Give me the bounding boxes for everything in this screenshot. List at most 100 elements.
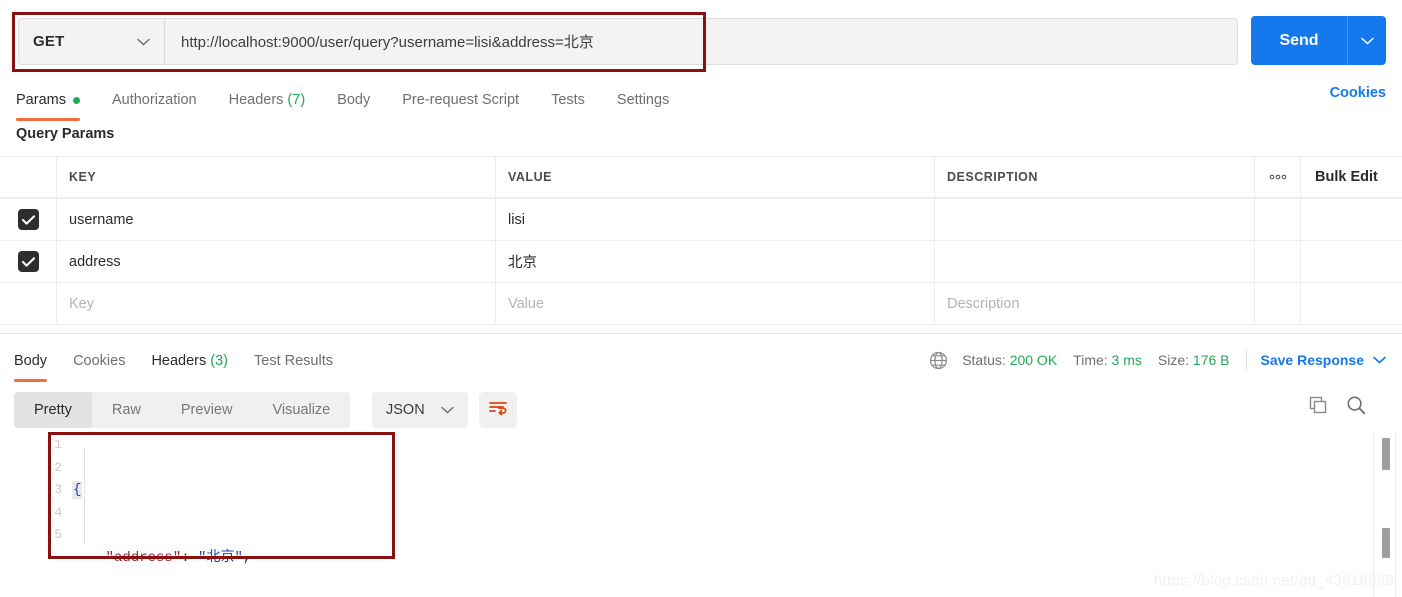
response-body-viewer[interactable]: 1 2 3 4 5 { "address": "北京", "message": … (0, 434, 1360, 574)
row-spacer (1255, 241, 1301, 282)
scrollbar-thumb-top[interactable] (1382, 438, 1390, 470)
query-params-title: Query Params (16, 126, 115, 142)
line-number: 4 (54, 504, 62, 520)
request-tabs: Params Authorization Headers (7) Body Pr… (0, 82, 1402, 121)
param-value[interactable]: lisi (508, 212, 525, 228)
line-number-gutter: 1 2 3 4 5 (40, 434, 62, 547)
table-row[interactable]: address 北京 (0, 240, 1402, 282)
cookies-link[interactable]: Cookies (1330, 85, 1386, 101)
line-number: 1 (54, 437, 62, 452)
tab-pre-request-script[interactable]: Pre-request Script (402, 82, 533, 118)
send-options-chevron-icon[interactable] (1347, 16, 1386, 65)
status-label: Status: (962, 352, 1006, 368)
http-method-selector[interactable]: GET (18, 18, 164, 65)
response-tab-headers[interactable]: Headers (3) (151, 345, 228, 377)
response-actions (1308, 395, 1366, 415)
response-language-label: JSON (386, 402, 425, 418)
response-format-tabs: Pretty Raw Preview Visualize (14, 392, 351, 428)
tab-pre-request-script-label: Pre-request Script (402, 92, 520, 108)
header-checkbox-cell (0, 157, 57, 197)
row-checkbox-username[interactable] (17, 209, 39, 230)
response-tab-cookies[interactable]: Cookies (73, 345, 125, 377)
format-tab-visualize[interactable]: Visualize (252, 392, 350, 428)
json-key-address: "address" (105, 549, 182, 566)
response-tab-test-results-label: Test Results (254, 353, 333, 369)
tab-tests[interactable]: Tests (551, 82, 599, 118)
format-tab-pretty[interactable]: Pretty (14, 392, 92, 428)
new-param-key-input[interactable]: Key (69, 296, 94, 312)
response-meta-bar: Status: 200 OK Time: 3 ms Size: 176 B Sa… (929, 347, 1386, 373)
json-value-address: "北京" (198, 549, 243, 566)
tab-params-label: Params (16, 92, 66, 108)
response-tab-headers-count: (3) (210, 353, 228, 369)
tab-tests-label: Tests (551, 92, 585, 108)
response-tab-body-label: Body (14, 353, 48, 369)
table-options-menu-icon[interactable] (1255, 157, 1301, 197)
format-tab-raw[interactable]: Raw (92, 392, 161, 428)
postman-window: GET http://localhost:9000/user/query?use… (0, 0, 1402, 597)
line-number: 3 (54, 482, 62, 497)
column-header-key: KEY (69, 170, 97, 184)
status-value: 200 OK (1009, 352, 1058, 368)
status-badge: Status: 200 OK (962, 352, 1057, 368)
word-wrap-toggle-button[interactable] (479, 392, 517, 428)
table-row-empty[interactable]: Key Value Description (0, 282, 1402, 324)
new-param-value-input[interactable]: Value (508, 296, 544, 312)
request-url-row: GET http://localhost:9000/user/query?use… (0, 0, 1402, 82)
empty-row-checkbox-cell (0, 283, 57, 324)
param-key[interactable]: address (69, 254, 121, 270)
code-line-2: "address": "北京", (72, 547, 257, 570)
response-language-selector[interactable]: JSON (372, 392, 468, 428)
param-value[interactable]: 北京 (508, 251, 537, 272)
response-tab-headers-label: Headers (151, 353, 207, 369)
time-label: Time: (1073, 352, 1108, 368)
copy-icon[interactable] (1308, 395, 1328, 415)
table-header-row: KEY VALUE DESCRIPTION Bulk Edit (0, 156, 1402, 198)
column-header-description: DESCRIPTION (947, 170, 1038, 184)
http-method-label: GET (33, 33, 65, 50)
scrollbar-thumb-bottom[interactable] (1382, 528, 1390, 558)
tab-headers-count: (7) (287, 92, 306, 108)
send-button[interactable]: Send (1251, 16, 1347, 65)
save-response-button[interactable]: Save Response (1261, 352, 1365, 368)
meta-divider (1245, 350, 1247, 370)
size-badge: Size: 176 B (1158, 352, 1230, 368)
pane-divider (0, 333, 1402, 334)
word-wrap-icon (488, 400, 508, 421)
row-end-spacer (1301, 283, 1402, 324)
tab-settings[interactable]: Settings (617, 82, 683, 118)
save-response-chevron-icon[interactable] (1373, 353, 1386, 367)
time-value: 3 ms (1111, 352, 1142, 368)
new-param-description-input[interactable]: Description (947, 296, 1020, 312)
bulk-edit-button[interactable]: Bulk Edit (1315, 169, 1378, 185)
search-icon[interactable] (1346, 395, 1366, 415)
tab-params[interactable]: Params (16, 82, 94, 121)
tab-headers[interactable]: Headers (7) (229, 82, 320, 118)
scroll-rail-right (1395, 432, 1396, 597)
tab-authorization-label: Authorization (111, 92, 197, 108)
response-tab-test-results[interactable]: Test Results (254, 345, 333, 377)
tab-body[interactable]: Body (337, 82, 384, 118)
format-tab-preview[interactable]: Preview (161, 392, 253, 428)
tab-body-label: Body (337, 92, 371, 108)
row-spacer (1255, 199, 1301, 240)
response-tabs: Body Cookies Headers (3) Test Results (0, 345, 800, 382)
globe-icon (929, 351, 948, 370)
row-checkbox-address[interactable] (17, 251, 39, 272)
table-row[interactable]: username lisi (0, 198, 1402, 240)
tab-authorization[interactable]: Authorization (112, 82, 211, 118)
time-badge: Time: 3 ms (1073, 352, 1142, 368)
row-end-spacer (1301, 241, 1402, 282)
column-header-value: VALUE (508, 170, 552, 184)
param-key[interactable]: username (69, 212, 133, 228)
size-label: Size: (1157, 352, 1190, 368)
json-open-brace: { (72, 481, 83, 499)
url-input[interactable]: http://localhost:9000/user/query?usernam… (164, 18, 1238, 65)
watermark: https://blog.csdn.net/qq_43616898 (1153, 572, 1394, 589)
query-params-table: KEY VALUE DESCRIPTION Bulk Edit username… (0, 156, 1402, 324)
row-spacer (1255, 283, 1301, 324)
json-punct: : (181, 549, 199, 566)
response-tab-body[interactable]: Body (14, 345, 48, 382)
json-punct: , (242, 549, 252, 566)
response-tab-cookies-label: Cookies (73, 353, 126, 369)
